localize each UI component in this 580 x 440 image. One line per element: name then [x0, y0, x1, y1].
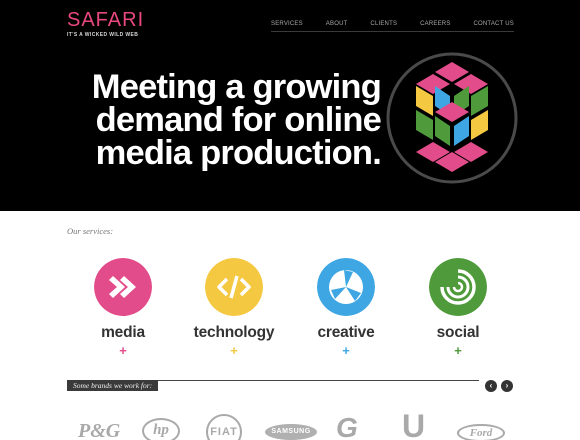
- plus-icon[interactable]: +: [403, 344, 513, 357]
- spiral-icon: [429, 258, 487, 316]
- service-label: creative: [317, 324, 375, 341]
- media-icon: [94, 258, 152, 316]
- carousel-prev-button[interactable]: ‹: [485, 380, 497, 392]
- headline-line-1: Meeting a growing: [91, 68, 382, 106]
- brand-logo-fiat: FIAT: [206, 414, 242, 440]
- logo-tagline: IT'S A WICKED WILD WEB: [67, 32, 139, 38]
- service-label: media: [101, 324, 145, 341]
- hero-headline: Meeting a growing demand for online medi…: [78, 68, 382, 172]
- plus-icon[interactable]: +: [179, 344, 289, 357]
- service-technology[interactable]: technology +: [179, 258, 289, 357]
- brand-logo-pg: P&G: [78, 420, 121, 440]
- services-heading: Our services:: [67, 226, 114, 236]
- hero-banner: SAFARI IT'S A WICKED WILD WEB SERVICES A…: [0, 0, 580, 211]
- site-logo[interactable]: SAFARI IT'S A WICKED WILD WEB: [67, 9, 144, 39]
- brand-logo-ford: Ford: [457, 424, 505, 440]
- brand-logo-unilever: U: [402, 408, 426, 440]
- code-icon: [205, 258, 263, 316]
- nav-item-contact[interactable]: CONTACT US: [474, 20, 514, 31]
- service-media[interactable]: media +: [68, 258, 178, 357]
- plus-icon[interactable]: +: [291, 344, 401, 357]
- headline-line-3: media production.: [95, 134, 382, 172]
- brands-header: Some brands we work for:: [67, 380, 479, 392]
- carousel-next-button[interactable]: ›: [501, 380, 513, 392]
- logo-wordmark: SAFARI: [67, 9, 145, 31]
- brands-heading: Some brands we work for:: [67, 380, 159, 391]
- main-nav: SERVICES ABOUT CLIENTS CAREERS CONTACT U…: [271, 20, 514, 32]
- service-creative[interactable]: creative +: [291, 258, 401, 357]
- brand-logo-hp: hp: [142, 418, 180, 440]
- nav-item-about[interactable]: ABOUT: [326, 20, 348, 31]
- headline-line-2: demand for online: [95, 101, 382, 139]
- cube-emblem-icon: [386, 52, 518, 184]
- brand-logo-gatorade: G: [336, 412, 358, 440]
- nav-item-careers[interactable]: CAREERS: [420, 20, 450, 31]
- service-social[interactable]: social +: [403, 258, 513, 357]
- service-label: social: [436, 324, 480, 341]
- nav-item-clients[interactable]: CLIENTS: [370, 20, 397, 31]
- nav-item-services[interactable]: SERVICES: [271, 20, 303, 31]
- aperture-icon: [317, 258, 375, 316]
- service-label: technology: [193, 324, 275, 341]
- plus-icon[interactable]: +: [68, 344, 178, 357]
- brand-logo-samsung: SAMSUNG: [265, 424, 317, 440]
